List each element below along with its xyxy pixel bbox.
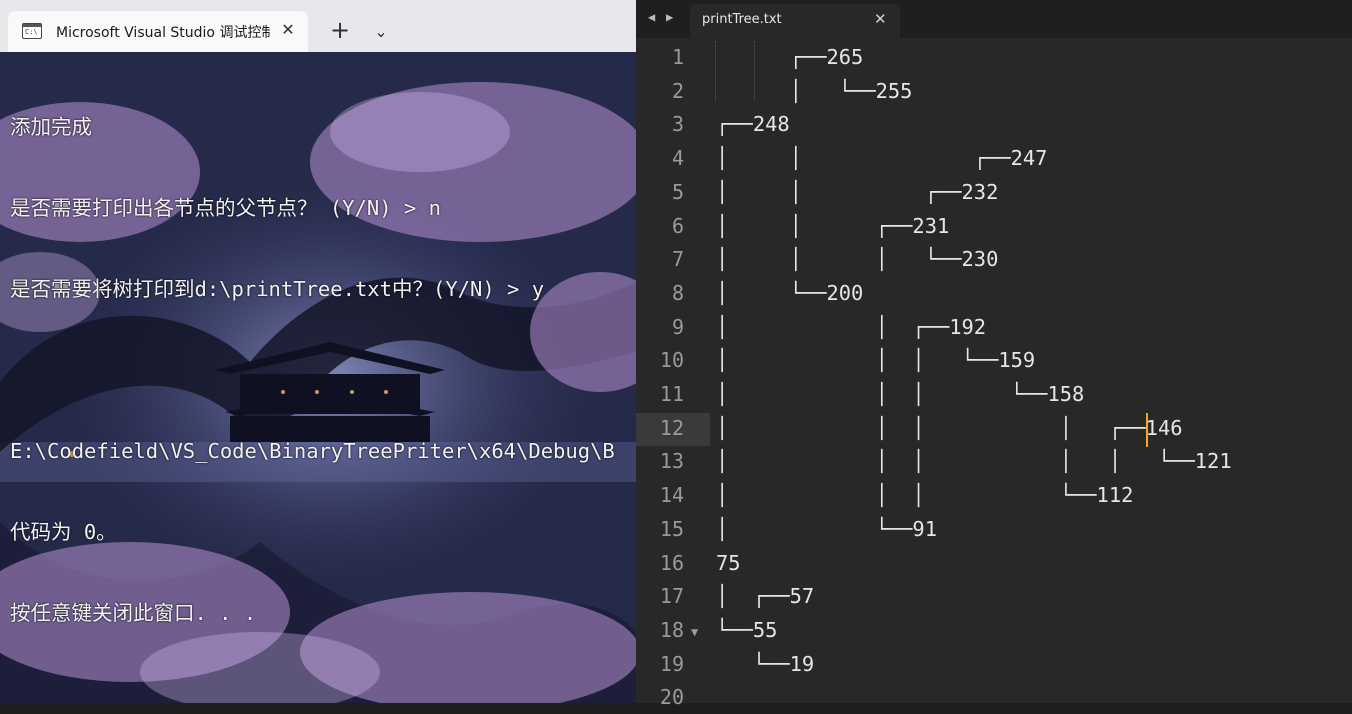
console-line: 是否需要打印出各节点的父节点？ (Y/N) > n: [10, 196, 441, 220]
text-editor: ◀ ▶ printTree.txt ✕ 1 2 3 4 5 6 7 8 9 10 11 12 13 14 1…: [636, 0, 1352, 709]
code-line: │ │ │ └──230: [716, 247, 999, 272]
code-line: │ └──91: [716, 516, 937, 541]
code-line: │ │ │ │ ┌──146: [716, 415, 1183, 440]
code-line: │ │ │ └──159: [716, 348, 1036, 373]
code-line: │ │ ┌──192: [716, 314, 987, 339]
terminal-tab[interactable]: C:\ Microsoft Visual Studio 调试控制 ✕: [8, 11, 308, 52]
line-number: 2: [671, 78, 684, 103]
code-line: │ │ │ │ │ └──121: [716, 449, 1232, 474]
line-number: 6: [671, 213, 684, 238]
console-line: 代码为 0。: [10, 520, 117, 544]
code-line: │ │ ┌──247: [716, 146, 1048, 171]
next-tab-icon[interactable]: ▶: [666, 10, 673, 24]
fold-arrow-icon[interactable]: ▼: [691, 625, 698, 639]
line-number: 4: [671, 146, 684, 171]
debug-console-window: C:\ Microsoft Visual Studio 调试控制 ✕ + ⌄ 添…: [0, 0, 636, 703]
line-number: 13: [659, 449, 684, 474]
line-number: 1: [671, 45, 684, 69]
line-number: 3: [671, 112, 684, 137]
code-line: 75: [716, 550, 741, 575]
terminal-tab-title: Microsoft Visual Studio 调试控制: [56, 25, 270, 41]
close-icon[interactable]: ✕: [874, 10, 887, 28]
line-number: 15: [659, 516, 684, 541]
terminal-tab-strip: C:\ Microsoft Visual Studio 调试控制 ✕ + ⌄: [0, 0, 636, 52]
editor-tab-bar: ◀ ▶ printTree.txt ✕: [636, 0, 1352, 38]
console-output: 添加完成 是否需要打印出各节点的父节点？ (Y/N) > n 是否需要将树打印到…: [10, 60, 634, 681]
console-line: 添加完成: [10, 115, 92, 139]
line-number: 5: [671, 179, 684, 204]
line-number: 8: [671, 280, 684, 305]
line-number: 11: [659, 382, 684, 406]
console-line: 是否需要将树打印到d:\printTree.txt中？(Y/N) > y: [10, 277, 545, 301]
code-line: ┌──265: [716, 45, 864, 69]
text-cursor: [1146, 413, 1148, 447]
new-tab-button[interactable]: +: [326, 18, 354, 46]
line-number: 18: [659, 617, 684, 642]
file-tab[interactable]: printTree.txt ✕: [690, 4, 900, 38]
line-number: 7: [671, 247, 684, 272]
line-number: 16: [659, 550, 684, 575]
console-icon: C:\: [22, 23, 42, 39]
code-line: └──55: [716, 617, 778, 642]
close-icon[interactable]: ✕: [278, 20, 298, 40]
console-line: 按任意键关闭此窗口. . .: [10, 601, 257, 625]
code-line: │ │ │ └──112: [716, 483, 1134, 508]
prev-tab-icon[interactable]: ◀: [648, 10, 655, 24]
code-line: │ ┌──57: [716, 584, 815, 609]
line-number: 19: [659, 651, 684, 676]
code-line: │ └──255: [716, 78, 913, 103]
line-number: 10: [659, 348, 684, 373]
file-tab-name: printTree.txt: [702, 12, 782, 27]
line-number: 17: [659, 584, 684, 609]
line-number: 20: [659, 685, 684, 710]
code-line: │ │ ┌──231: [716, 213, 950, 238]
chevron-down-icon[interactable]: ⌄: [368, 20, 394, 46]
code-line: │ │ ┌──232: [716, 179, 999, 204]
line-number: 12: [659, 415, 684, 440]
line-number: 9: [671, 314, 684, 339]
code-line: ┌──248: [716, 112, 790, 137]
code-line: │ └──200: [716, 280, 864, 305]
code-line: └──19: [716, 651, 815, 676]
code-line: │ │ │ └──158: [716, 382, 1085, 406]
line-number: 14: [659, 483, 684, 508]
console-line: E:\Codefield\VS_Code\BinaryTreePriter\x6…: [10, 439, 615, 463]
